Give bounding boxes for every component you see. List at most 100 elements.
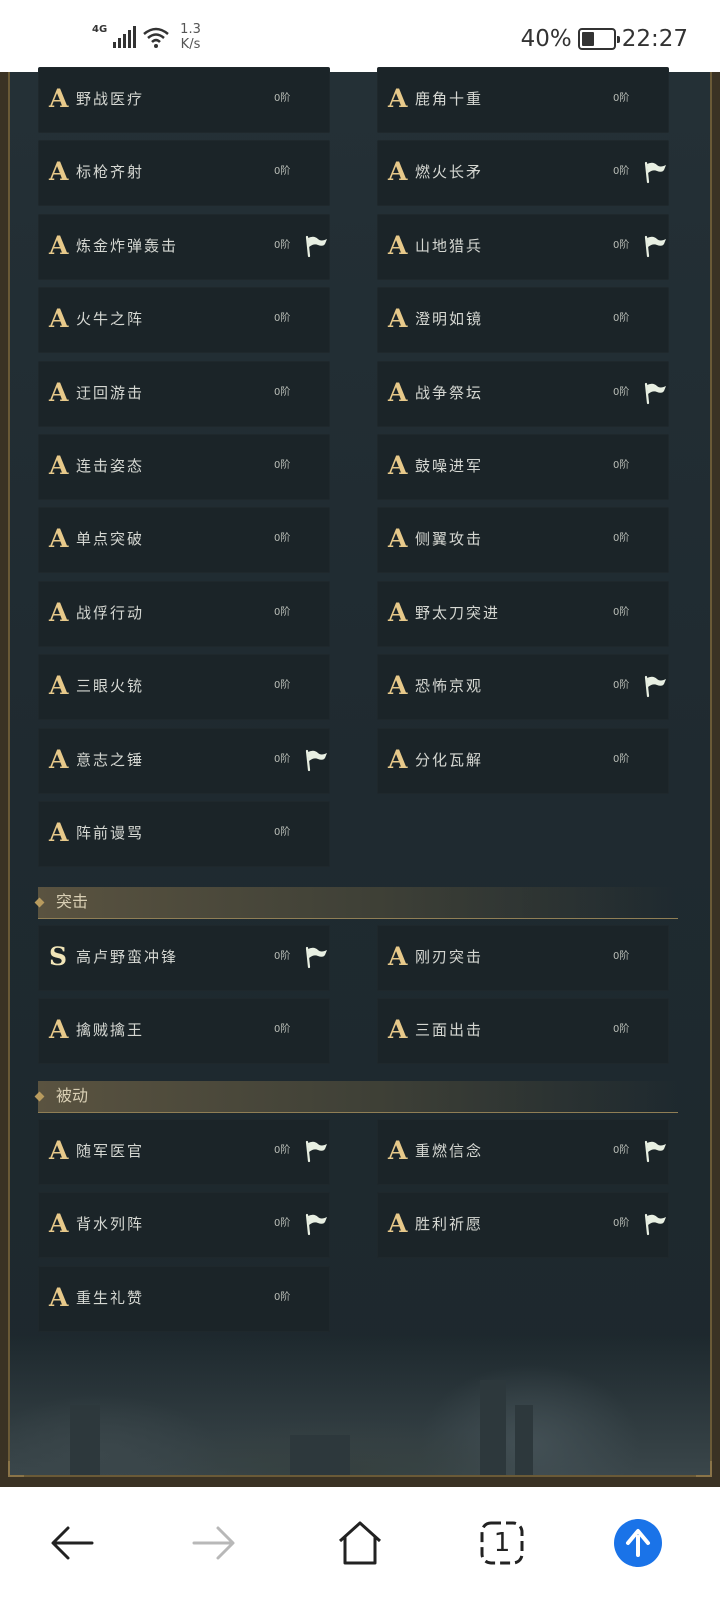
skill-name: 阵前谩骂 [76,824,145,842]
skill-grade: A [388,231,408,260]
flag-icon [304,1212,328,1236]
skill-name: 背水列阵 [76,1215,145,1233]
skill-name: 单点突破 [76,530,145,548]
skill-grade: A [388,942,408,971]
status-bar: 4G 1.3 K/s 40% 22:27 [0,0,720,72]
skill-card[interactable]: A 三眼火铳 0阶 [38,654,330,720]
skill-level: 0阶 [613,1145,630,1156]
skill-grade: A [49,1015,69,1044]
status-left: 4G 1.3 K/s [92,22,201,52]
skill-grade: A [49,304,69,333]
flag-icon [643,674,667,698]
skill-card[interactable]: A 侧翼攻击 0阶 [377,507,669,573]
flag-icon [304,1139,328,1163]
skill-card[interactable]: A 重生礼赞 0阶 [38,1266,330,1332]
diamond-icon [34,897,45,908]
skill-card[interactable]: A 野太刀突进 0阶 [377,581,669,647]
skill-card[interactable]: S 高卢野蛮冲锋 0阶 [38,925,330,991]
skill-card[interactable]: A 刚刃突击 0阶 [377,925,669,991]
tabs-button[interactable]: 1 [474,1515,530,1571]
skill-grade: A [388,524,408,553]
skill-name: 野战医疗 [76,90,145,108]
skill-grade: A [388,598,408,627]
skill-card[interactable]: A 单点突破 0阶 [38,507,330,573]
skill-card[interactable]: A 标枪齐射 0阶 [38,140,330,206]
home-button[interactable] [332,1515,388,1571]
skill-grade: A [388,451,408,480]
arrow-up-circle-icon [614,1519,662,1567]
skill-level: 0阶 [613,951,630,962]
skill-name: 鹿角十重 [415,90,484,108]
skill-grade: A [388,304,408,333]
section-title: 被动 [56,1086,89,1105]
skill-card[interactable]: A 随军医官 0阶 [38,1119,330,1185]
flag-icon [643,1212,667,1236]
back-button[interactable] [44,1515,100,1571]
speed-value: 1.3 [180,22,201,37]
skill-card[interactable]: A 意志之锤 0阶 [38,728,330,794]
skill-card[interactable]: A 战俘行动 0阶 [38,581,330,647]
wifi-icon [143,27,169,48]
skill-level: 0阶 [613,240,630,251]
skill-grade: A [388,157,408,186]
skill-level: 0阶 [613,460,630,471]
skill-card[interactable]: A 战争祭坛 0阶 [377,361,669,427]
skill-card[interactable]: A 胜利祈愿 0阶 [377,1192,669,1258]
skill-grade: A [388,671,408,700]
skill-card[interactable]: A 鼓噪进军 0阶 [377,434,669,500]
skill-name: 战争祭坛 [415,384,484,402]
skill-card[interactable]: A 重燃信念 0阶 [377,1119,669,1185]
frame-corner-right [696,1461,712,1477]
skill-card[interactable]: A 背水列阵 0阶 [38,1192,330,1258]
skill-card[interactable]: A 阵前谩骂 0阶 [38,801,330,867]
skill-card[interactable]: A 燃火长矛 0阶 [377,140,669,206]
skill-card[interactable]: A 炼金炸弹轰击 0阶 [38,214,330,280]
flag-icon [643,1139,667,1163]
scroll-top-button[interactable] [610,1515,666,1571]
skill-level: 0阶 [613,754,630,765]
section-header: 突击 [34,887,678,919]
skill-grade: A [388,84,408,113]
skill-grade: A [49,671,69,700]
skill-name: 野太刀突进 [415,604,501,622]
clock: 22:27 [621,26,688,52]
home-icon [338,1521,382,1565]
skill-grade: A [388,745,408,774]
skill-card[interactable]: A 火牛之阵 0阶 [38,287,330,353]
skill-grade: A [49,451,69,480]
skill-grade: A [49,524,69,553]
skill-level: 0阶 [274,240,291,251]
skill-name: 战俘行动 [76,604,145,622]
skill-card[interactable]: A 分化瓦解 0阶 [377,728,669,794]
frame-left [8,72,10,1477]
flag-icon [643,160,667,184]
status-right: 40% 22:27 [521,26,688,52]
network-type: 4G [92,23,108,35]
forward-button[interactable] [186,1515,242,1571]
skill-name: 三面出击 [415,1021,484,1039]
skill-name: 侧翼攻击 [415,530,484,548]
skill-level: 0阶 [274,533,291,544]
skill-card[interactable]: A 鹿角十重 0阶 [377,67,669,133]
skill-level: 0阶 [274,460,291,471]
skill-grade: A [49,818,69,847]
skill-grade: A [49,1283,69,1312]
skill-level: 0阶 [274,607,291,618]
skill-name: 刚刃突击 [415,948,484,966]
skill-card[interactable]: A 野战医疗 0阶 [38,67,330,133]
skill-card[interactable]: A 澄明如镜 0阶 [377,287,669,353]
skill-name: 随军医官 [76,1142,145,1160]
skill-list-panel[interactable]: A 野战医疗 0阶 A 标枪齐射 0阶 A 炼金炸弹轰击 0阶 A 火牛之阵 0阶 A 迂回游击 0阶 A 连击… [0,67,720,1487]
skill-card[interactable]: A 三面出击 0阶 [377,998,669,1064]
skill-card[interactable]: A 山地猎兵 0阶 [377,214,669,280]
skill-card[interactable]: A 连击姿态 0阶 [38,434,330,500]
skill-level: 0阶 [274,313,291,324]
skill-card[interactable]: A 擒贼擒王 0阶 [38,998,330,1064]
skill-name: 火牛之阵 [76,310,145,328]
skill-name: 山地猎兵 [415,237,484,255]
skill-grade: S [49,942,68,971]
skill-card[interactable]: A 迂回游击 0阶 [38,361,330,427]
skill-level: 0阶 [613,166,630,177]
skill-card[interactable]: A 恐怖京观 0阶 [377,654,669,720]
flag-icon [304,234,328,258]
